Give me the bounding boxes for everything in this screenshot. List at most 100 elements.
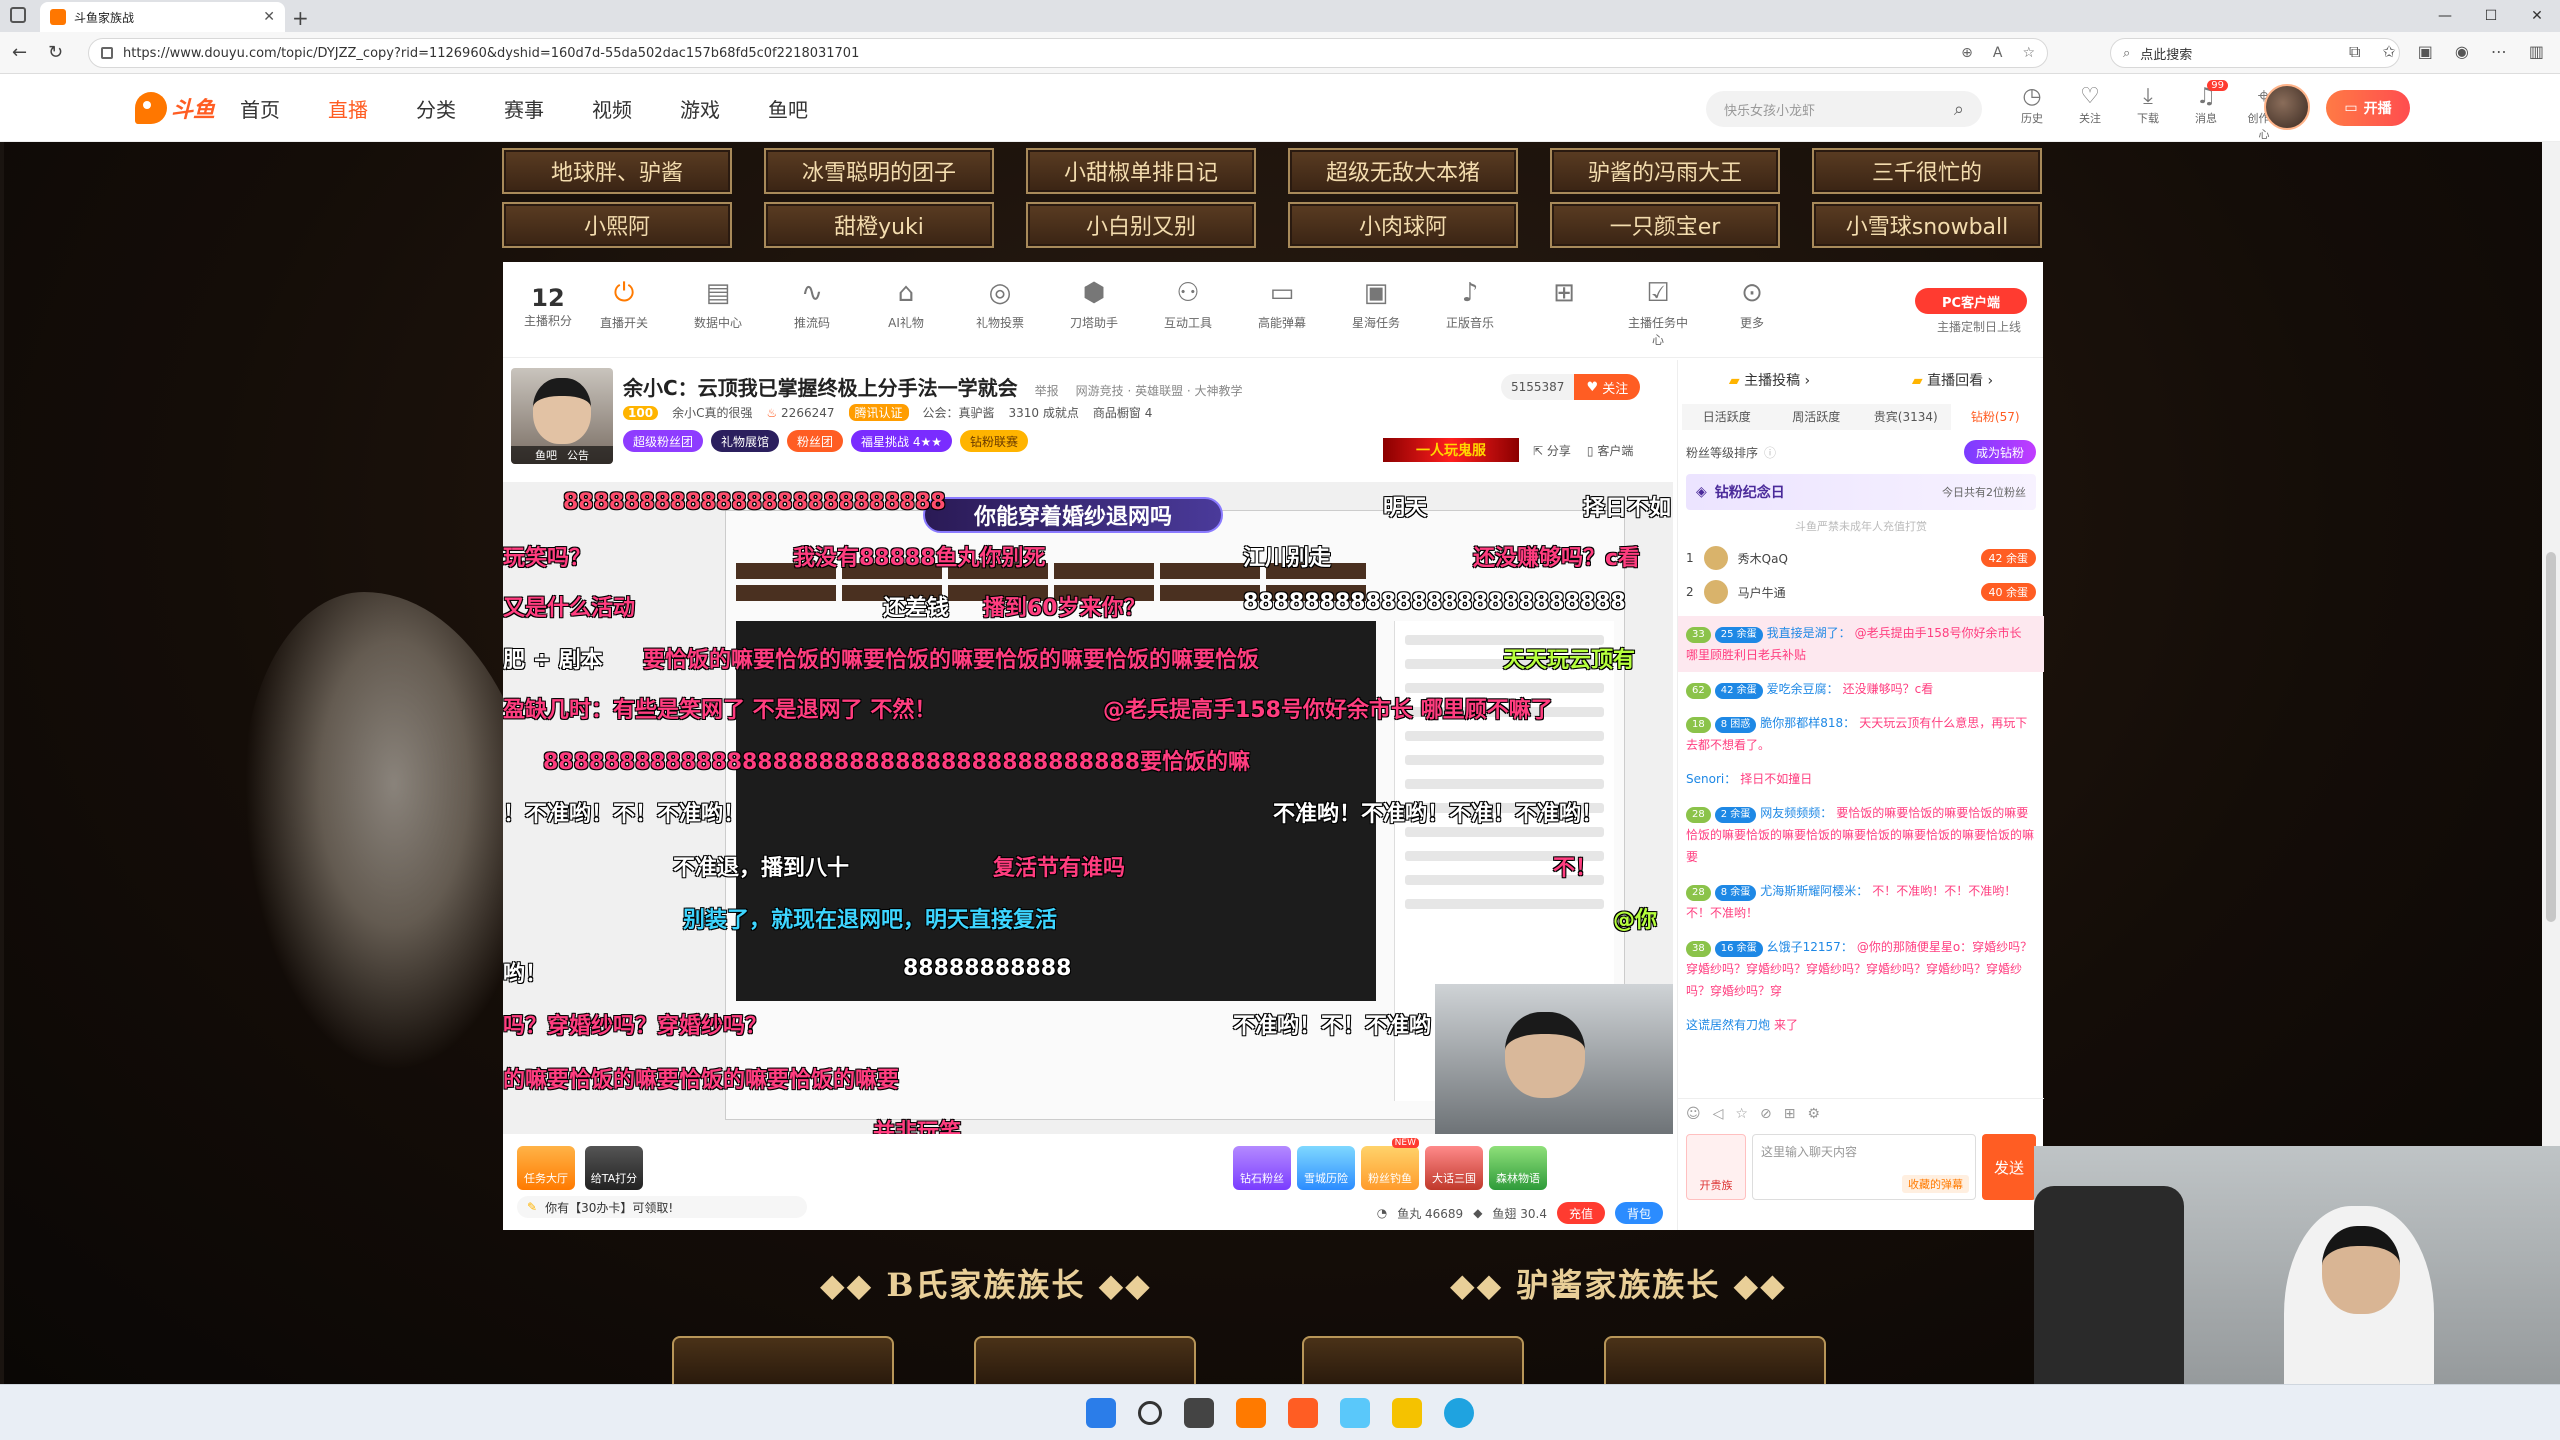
messages-button[interactable]: ♫ 99 消息 [2186,80,2228,142]
open-noble-button[interactable]: 开贵族 [1686,1134,1746,1200]
barrage-tool[interactable]: ▭ 高能弹幕 [1247,278,1317,331]
chat-message[interactable]: 这谎居然有刀炮 来了 [1678,1008,2044,1042]
data-center-tool[interactable]: ▤ 数据中心 [683,278,753,331]
lucky-challenge-badge[interactable]: 福星挑战 4★★ [851,430,953,452]
split-icon[interactable]: ⧉ [2349,42,2360,62]
chat-message[interactable]: 62 42 余蛋 爱吃余豆腐： 还没赚够吗？c看 [1678,672,2044,706]
diamond-league-badge[interactable]: 钻粉联赛 [960,430,1029,452]
tab-anchor-posts[interactable]: ▰ 主播投稿 › [1729,370,1810,390]
read-aloud-icon[interactable]: A [1993,45,2003,61]
family-leader-card[interactable] [974,1336,1196,1384]
pc-client-button[interactable]: PC客户端 [1915,288,2027,314]
maximize-icon[interactable]: ☐ [2468,0,2514,32]
send-button[interactable]: 发送 [1982,1134,2036,1200]
back-icon[interactable]: ← [12,42,27,63]
become-diamond-button[interactable]: 成为钻粉 [1963,440,2036,464]
nav-video[interactable]: 视频 [592,94,632,123]
family-button[interactable]: 小雪球snowball [1812,202,2042,248]
close-window-icon[interactable]: ✕ [2514,0,2560,32]
chat-message[interactable]: 28 8 余蛋 尤海斯斯耀阿樱米： 不！不准哟！不！不准哟！不！不准哟！ [1678,874,2044,930]
edge-browser-icon[interactable] [1444,1397,1474,1428]
follow-list-button[interactable]: ♡ 关注 [2070,84,2110,142]
family-button[interactable]: 地球胖、驴酱 [502,148,732,194]
chat-message[interactable]: 28 2 余蛋 网友频频频： 要恰饭的嘛要恰饭的嘛要恰饭的嘛要恰饭的嘛要恰饭的嘛要恰饭… [1678,796,2044,874]
download-button[interactable]: ⤓ 下载 [2128,84,2168,142]
refresh-icon[interactable]: ↻ [48,42,63,63]
user-avatar[interactable] [2264,84,2310,130]
chat-message[interactable]: Senori： 择日不如撞日 [1678,762,2044,796]
family-button[interactable]: 小肉球阿 [1288,202,1518,248]
rank-row[interactable]: 1 秀木QaQ 42 余蛋 [1686,542,2036,574]
family-leader-card[interactable] [1604,1336,1826,1384]
starsea-task-tool[interactable]: ▣ 星海任务 [1341,278,1411,331]
backpack-button[interactable]: 背包 [1614,1202,1663,1224]
gift-vote-tool[interactable]: ◎ 礼物投票 [965,278,1035,331]
chat-messages[interactable]: 33 25 余蛋 我直接是湖了： @老兵提由手158号你好余市长 哪里顾胜利日老兵补贴… [1678,616,2044,1092]
browser-tab[interactable]: 斗鱼家族战 ✕ [40,2,285,32]
promo-banner[interactable]: 一人玩鬼服 [1383,438,1519,462]
chat-username[interactable]: 这谎居然有刀炮 [1686,1018,1770,1032]
new-tab-icon[interactable]: + [292,6,309,30]
help-icon[interactable]: ⓘ [1764,444,1776,461]
sidebar-icon[interactable]: ▥ [2529,42,2544,62]
family-leader-card[interactable] [672,1336,894,1384]
chat-username[interactable]: 网友频频频： [1760,806,1832,820]
app-icon[interactable] [1340,1397,1370,1428]
chat-message[interactable]: 38 16 余蛋 幺饿子12157： @你的那随便星星o：穿婚纱吗？穿婚纱吗？穿婚纱吗… [1678,930,2044,1008]
chat-username[interactable]: 我直接是湖了： [1767,626,1851,640]
diamond-anniversary[interactable]: ◈ 钻粉纪念日 今日共有2位粉丝 [1686,474,2036,510]
music-tool[interactable]: ♪ 正版音乐 [1435,278,1505,331]
diamond-fans-game[interactable]: 钻石粉丝 [1233,1146,1291,1190]
chat-username[interactable]: 脆你那都样818： [1760,716,1855,730]
share-button[interactable]: ⇱ 分享 [1533,442,1571,459]
family-leader-card[interactable] [1302,1336,1524,1384]
chat-input[interactable]: 这里输入聊天内容 收藏的弹幕 [1752,1134,1976,1200]
search-icon[interactable] [1138,1400,1162,1425]
family-button[interactable]: 小甜椒单排日记 [1026,148,1256,194]
block-icon[interactable]: ⊘ [1760,1106,1772,1122]
saved-danmaku-button[interactable]: 收藏的弹幕 [1902,1175,1969,1193]
start-live-button[interactable]: ▭ 开播 [2326,90,2410,126]
more-tool[interactable]: ⊙ 更多 [1717,278,1787,331]
fan-fishing-game[interactable]: 粉丝钓鱼 NEW [1361,1138,1419,1190]
family-button[interactable]: 冰雪聪明的团子 [764,148,994,194]
tab-close-icon[interactable]: ✕ [263,9,275,25]
gift-box-tool[interactable]: ⊞ [1529,278,1599,314]
search-icon[interactable]: ⌕ [1954,99,1964,120]
chat-message[interactable]: 33 25 余蛋 我直接是湖了： @老兵提由手158号你好余市长 哪里顾胜利日老兵补贴 [1678,616,2044,672]
dota-helper-tool[interactable]: ⬢ 刀塔助手 [1059,278,1129,331]
douyu-logo[interactable]: 斗鱼 [135,88,221,128]
volume-icon[interactable]: ◁ [1713,1106,1724,1122]
follow-button[interactable]: ♥ 关注 [1574,374,1641,400]
three-kingdoms-game[interactable]: 大话三国 [1425,1146,1483,1190]
gift-hall-badge[interactable]: 礼物展馆 [711,430,780,452]
tab-diamond-fans[interactable]: 钻粉(57) [1950,404,2040,430]
site-search-input[interactable]: 快乐女孩小龙虾 ⌕ [1706,91,1982,127]
room-category[interactable]: 网游竞技 · 英雄联盟 · 大神教学 [1076,384,1243,398]
report-link[interactable]: 举报 [1035,384,1059,398]
nav-games[interactable]: 游戏 [680,94,720,123]
shop-window[interactable]: 商品橱窗 4 [1093,404,1152,421]
family-button[interactable]: 三千很忙的 [1812,148,2042,194]
nav-category[interactable]: 分类 [416,94,456,123]
profile-icon[interactable]: ◉ [2455,42,2469,62]
nav-events[interactable]: 赛事 [504,94,544,123]
more-icon[interactable]: ⋯ [2491,42,2507,62]
favorites-icon[interactable]: ✩ [2382,42,2395,62]
family-button[interactable]: 驴酱的冯雨大王 [1550,148,1780,194]
streamer-name[interactable]: 余小C真的很强 [672,404,752,421]
star-icon[interactable]: ☆ [1735,1106,1748,1122]
chat-username[interactable]: Senori： [1686,772,1736,786]
tab-vip[interactable]: 贵宾(3134) [1861,404,1951,430]
family-button[interactable]: 超级无敌大本猪 [1288,148,1518,194]
ai-gift-tool[interactable]: ⌂ AI礼物 [871,278,941,331]
task-view-icon[interactable] [1184,1397,1214,1428]
url-input[interactable]: https://www.douyu.com/topic/DYJZZ_copy?r… [88,38,2048,68]
chat-username[interactable]: 爱吃余豆腐： [1767,682,1839,696]
emoji-icon[interactable]: ☺ [1686,1106,1701,1122]
favorite-star-icon[interactable]: ☆ [2022,45,2035,61]
family-button[interactable]: 小熙阿 [502,202,732,248]
rank-row[interactable]: 2 马户牛通 40 余蛋 [1686,576,2036,608]
settings-icon[interactable]: ⚙ [1807,1106,1820,1122]
streamer-avatar[interactable]: 鱼吧 公告 [511,368,613,464]
